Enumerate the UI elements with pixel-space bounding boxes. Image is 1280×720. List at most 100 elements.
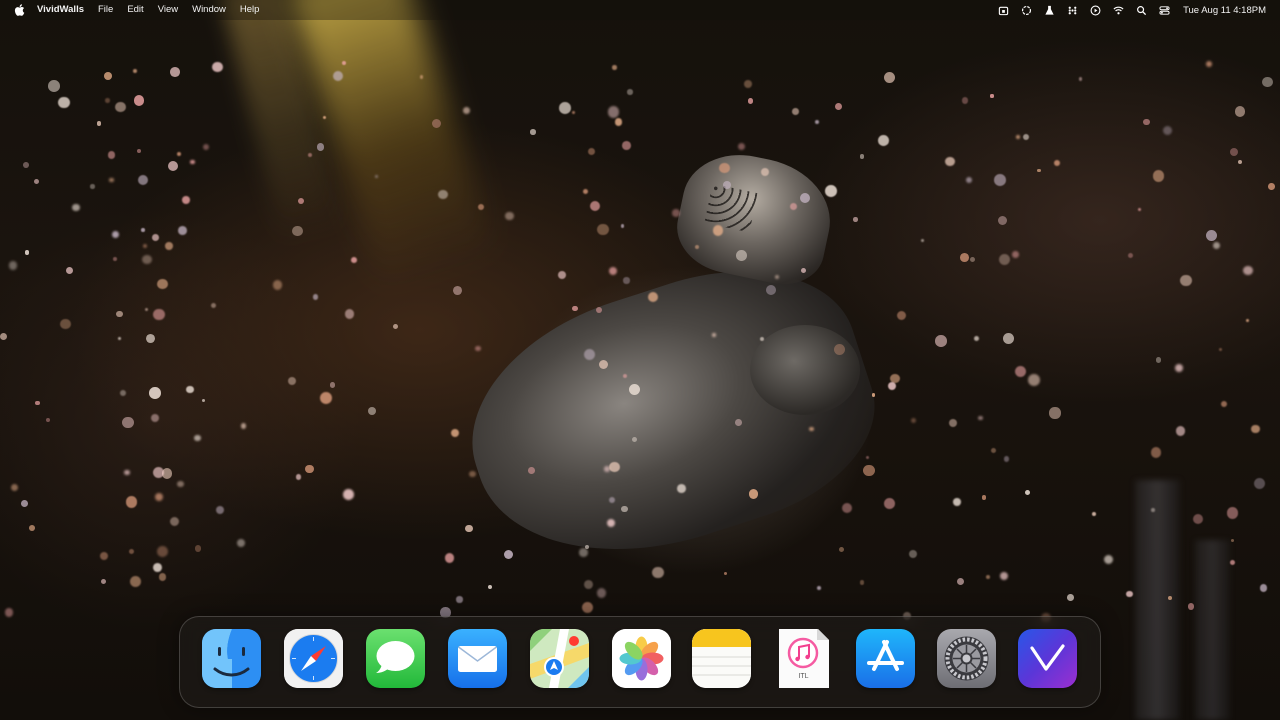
wallpaper-flower — [1143, 118, 1150, 126]
wallpaper-flower — [747, 98, 754, 104]
wallpaper-flower — [72, 203, 80, 212]
wallpaper-flower — [10, 483, 18, 491]
wallpaper-flower — [0, 332, 8, 340]
wallpaper-flower — [343, 489, 355, 501]
wallpaper-flower — [631, 436, 637, 442]
menu-bar-clock[interactable]: Tue Aug 11 4:18PM — [1183, 5, 1266, 16]
wallpaper-flower — [1243, 265, 1253, 276]
wallpaper-flower — [1218, 348, 1222, 352]
wallpaper-flower — [182, 196, 190, 204]
wallpaper-flower — [621, 141, 631, 150]
wallpaper-flower — [158, 572, 167, 581]
control-center-icon[interactable] — [1157, 3, 1171, 17]
wallpaper-flower — [210, 303, 216, 309]
wallpaper-flower — [859, 154, 865, 160]
dock-item-mail[interactable] — [448, 629, 507, 688]
mail-envelope-icon — [448, 629, 507, 688]
play-circle-icon[interactable] — [1088, 3, 1102, 17]
wallpaper-flower — [1015, 365, 1027, 377]
wallpaper-flower — [719, 162, 730, 174]
wallpaper-flower — [1230, 147, 1239, 156]
menu-bar-right: Tue Aug 11 4:18PM — [987, 0, 1280, 20]
wallpaper-flower — [1175, 425, 1186, 436]
wallpaper-flower — [178, 226, 187, 236]
wallpaper-flower — [558, 271, 567, 280]
dock-item-vividwalls[interactable] — [1018, 629, 1077, 688]
wallpaper-flower — [990, 448, 996, 453]
knight-pauldron — [750, 325, 860, 415]
wallpaper-flower — [999, 572, 1008, 581]
photos-flower-icon — [612, 629, 671, 688]
app-name-menu[interactable]: VividWalls — [37, 0, 91, 20]
wallpaper-flower — [345, 309, 355, 319]
dock-item-photos[interactable] — [612, 629, 671, 688]
flask-icon[interactable] — [1042, 3, 1056, 17]
wallpaper-flower — [295, 474, 302, 481]
wallpaper-flower — [609, 462, 620, 473]
wallpaper-flower — [607, 106, 619, 118]
wallpaper-flower — [124, 469, 130, 476]
search-icon[interactable] — [1134, 3, 1148, 17]
wallpaper-flower — [431, 118, 441, 128]
wallpaper-flower — [177, 480, 184, 488]
wallpaper-flower — [320, 391, 333, 404]
wallpaper-flower — [4, 607, 14, 617]
wallpaper-flower — [965, 176, 972, 184]
wallpaper-flower — [505, 211, 514, 220]
dock: ITL — [179, 616, 1101, 708]
dock-item-finder[interactable] — [202, 629, 261, 688]
wallpaper-flower — [113, 257, 118, 262]
wallpaper-flower — [582, 601, 594, 613]
dock-item-safari[interactable] — [284, 629, 343, 688]
wallpaper-flower — [863, 464, 875, 476]
file-menu[interactable]: File — [91, 0, 120, 20]
wallpaper-flower — [582, 188, 588, 194]
dock-item-app-store[interactable] — [856, 629, 915, 688]
grid-dots-icon[interactable] — [1065, 3, 1079, 17]
wallpaper-flower — [774, 275, 779, 279]
wallpaper-flower — [1067, 594, 1074, 601]
wallpaper-flower — [1054, 159, 1061, 166]
wallpaper-flower — [176, 151, 181, 156]
wallpaper-flower — [142, 254, 152, 265]
wallpaper-flower — [169, 517, 179, 527]
wallpaper-flower — [1237, 159, 1242, 164]
dock-item-messages[interactable] — [366, 629, 425, 688]
wallpaper-flower — [949, 418, 958, 427]
edit-menu[interactable]: Edit — [120, 0, 150, 20]
chatgpt-icon[interactable] — [1019, 3, 1033, 17]
dock-item-system-settings[interactable] — [937, 629, 996, 688]
wallpaper-flower — [157, 546, 169, 558]
wallpaper-flower — [33, 179, 40, 185]
calendar-lock-icon[interactable] — [996, 3, 1010, 17]
wallpaper-flower — [138, 175, 149, 185]
wallpaper-flower — [108, 151, 116, 159]
wifi-icon[interactable] — [1111, 3, 1125, 17]
wallpaper-flower — [1079, 77, 1083, 81]
wallpaper-flower — [1254, 477, 1266, 490]
wallpaper-flower — [1180, 275, 1192, 287]
wallpaper-flower — [1126, 590, 1133, 598]
wallpaper-flower — [910, 417, 916, 424]
apple-logo-icon[interactable] — [13, 4, 25, 16]
window-menu[interactable]: Window — [185, 0, 233, 20]
wallpaper-flower — [152, 563, 162, 573]
vividwalls-v-icon — [1018, 629, 1077, 688]
wallpaper-flower — [240, 423, 246, 429]
view-menu[interactable]: View — [151, 0, 185, 20]
wallpaper-flower — [322, 115, 327, 120]
wallpaper-flower — [1246, 318, 1250, 322]
wallpaper-flower — [503, 549, 514, 560]
wallpaper-flower — [877, 134, 889, 146]
help-menu[interactable]: Help — [233, 0, 267, 20]
wallpaper-flower — [120, 390, 127, 397]
wallpaper-flower — [587, 147, 596, 156]
dock-item-itl[interactable]: ITL — [774, 629, 833, 688]
wallpaper-flower — [969, 256, 976, 263]
wallpaper-flower — [143, 243, 148, 248]
menu-bar: VividWalls File Edit View Window Help Tu… — [0, 0, 1280, 20]
wallpaper-flower — [572, 306, 578, 312]
wallpaper-flower — [884, 497, 896, 509]
dock-item-maps[interactable] — [530, 629, 589, 688]
dock-item-notes[interactable] — [692, 629, 751, 688]
